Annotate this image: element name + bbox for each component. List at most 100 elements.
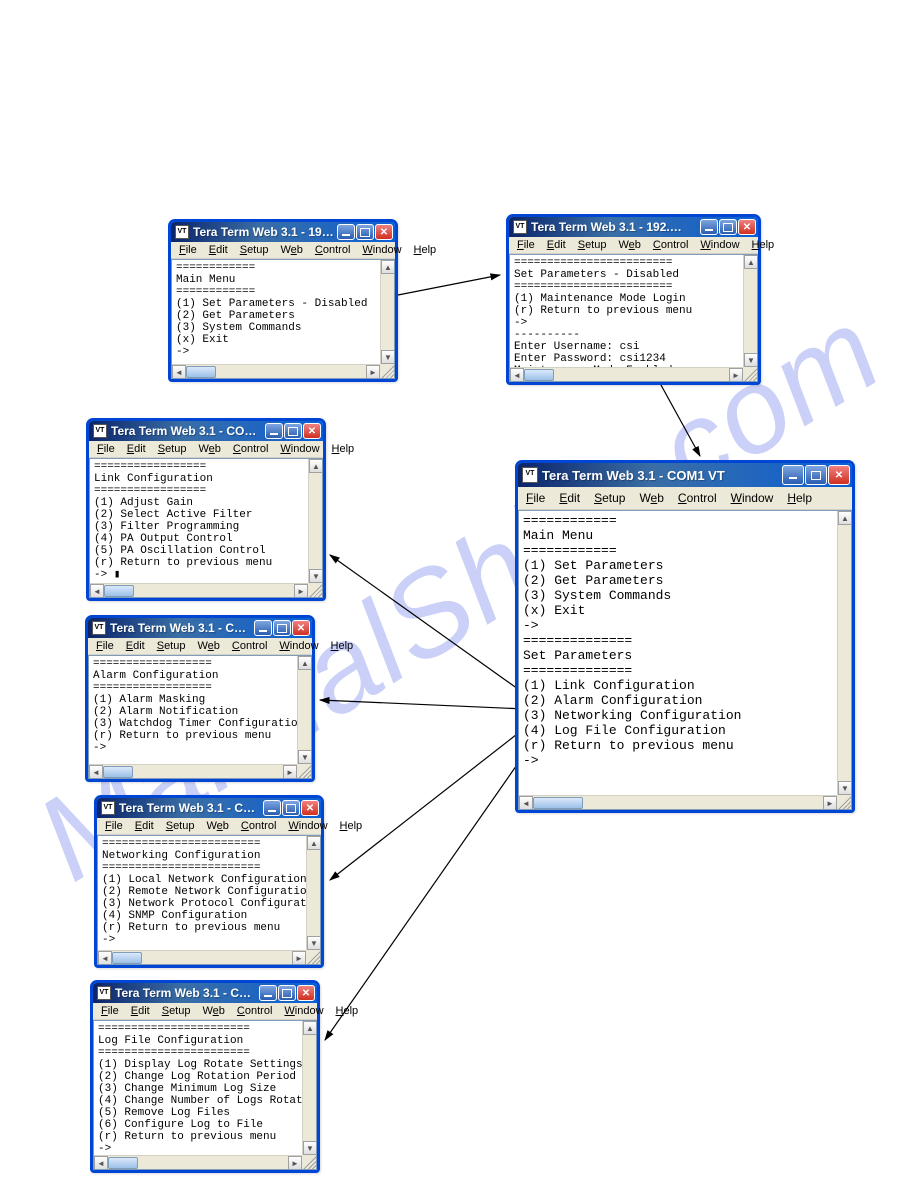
menu-help[interactable]: Help	[410, 243, 441, 257]
menu-setup[interactable]: Setup	[236, 243, 273, 257]
menu-web[interactable]: Web	[614, 238, 644, 252]
menu-setup[interactable]: Setup	[162, 819, 199, 833]
maximize-button[interactable]	[284, 423, 302, 439]
scroll-up-icon[interactable]: ▲	[309, 459, 323, 473]
vertical-scrollbar[interactable]: ▲ ▼	[302, 1021, 316, 1155]
close-button[interactable]	[303, 423, 321, 439]
menu-web[interactable]: Web	[202, 819, 232, 833]
menu-setup[interactable]: Setup	[158, 1004, 195, 1018]
scroll-left-icon[interactable]: ◄	[172, 365, 186, 379]
scroll-left-icon[interactable]: ◄	[519, 796, 533, 810]
titlebar[interactable]: VT Tera Term Web 3.1 - 192.…	[509, 217, 758, 237]
menu-web[interactable]: Web	[276, 243, 306, 257]
scroll-left-icon[interactable]: ◄	[510, 368, 524, 382]
maximize-button[interactable]	[805, 465, 827, 485]
menu-edit[interactable]: Edit	[205, 243, 232, 257]
titlebar[interactable]: VT Tera Term Web 3.1 - 192.…	[171, 222, 395, 242]
horizontal-scrollbar[interactable]: ◄ ►	[94, 1155, 302, 1169]
menu-help[interactable]: Help	[327, 639, 358, 653]
menu-control[interactable]: Control	[311, 243, 354, 257]
terminal-output[interactable]: ======================== Set Parameters …	[510, 255, 757, 381]
vertical-scrollbar[interactable]: ▲ ▼	[306, 836, 320, 950]
resize-grip-icon[interactable]	[308, 583, 322, 597]
menu-help[interactable]: Help	[328, 442, 359, 456]
menu-setup[interactable]: Setup	[592, 489, 627, 507]
menu-edit[interactable]: Edit	[543, 238, 570, 252]
vertical-scrollbar[interactable]: ▲ ▼	[837, 511, 851, 795]
scroll-down-icon[interactable]: ▼	[838, 781, 852, 795]
scroll-thumb[interactable]	[104, 585, 134, 597]
scroll-left-icon[interactable]: ◄	[94, 1156, 108, 1170]
close-button[interactable]	[738, 219, 756, 235]
maximize-button[interactable]	[719, 219, 737, 235]
scroll-left-icon[interactable]: ◄	[98, 951, 112, 965]
terminal-output[interactable]: ======================== Networking Conf…	[98, 836, 320, 964]
scroll-down-icon[interactable]: ▼	[744, 353, 758, 367]
scroll-down-icon[interactable]: ▼	[381, 350, 395, 364]
menu-window[interactable]: Window	[276, 442, 323, 456]
menu-web[interactable]: Web	[198, 1004, 228, 1018]
scroll-up-icon[interactable]: ▲	[838, 511, 852, 525]
close-button[interactable]	[297, 985, 315, 1001]
scroll-right-icon[interactable]: ►	[283, 765, 297, 779]
close-button[interactable]	[828, 465, 850, 485]
menu-file[interactable]: File	[97, 1004, 123, 1018]
minimize-button[interactable]	[265, 423, 283, 439]
menu-control[interactable]: Control	[228, 639, 271, 653]
menu-window[interactable]: Window	[696, 238, 743, 252]
scroll-right-icon[interactable]: ►	[294, 584, 308, 598]
menu-window[interactable]: Window	[280, 1004, 327, 1018]
minimize-button[interactable]	[254, 620, 272, 636]
scroll-right-icon[interactable]: ►	[366, 365, 380, 379]
resize-grip-icon[interactable]	[302, 1155, 316, 1169]
menu-edit[interactable]: Edit	[123, 442, 150, 456]
close-button[interactable]	[301, 800, 319, 816]
menu-help[interactable]: Help	[748, 238, 779, 252]
horizontal-scrollbar[interactable]: ◄ ►	[519, 795, 837, 809]
horizontal-scrollbar[interactable]: ◄ ►	[90, 583, 308, 597]
terminal-output[interactable]: ================= Link Configuration ===…	[90, 459, 322, 597]
minimize-button[interactable]	[337, 224, 355, 240]
vertical-scrollbar[interactable]: ▲ ▼	[297, 656, 311, 764]
menu-file[interactable]: File	[175, 243, 201, 257]
vertical-scrollbar[interactable]: ▲ ▼	[380, 260, 394, 364]
maximize-button[interactable]	[282, 800, 300, 816]
horizontal-scrollbar[interactable]: ◄ ►	[89, 764, 297, 778]
close-button[interactable]	[292, 620, 310, 636]
scroll-thumb[interactable]	[186, 366, 216, 378]
scroll-down-icon[interactable]: ▼	[303, 1141, 317, 1155]
scroll-right-icon[interactable]: ►	[729, 368, 743, 382]
resize-grip-icon[interactable]	[306, 950, 320, 964]
minimize-button[interactable]	[700, 219, 718, 235]
terminal-output[interactable]: ================== Alarm Configuration =…	[89, 656, 311, 778]
menu-help[interactable]: Help	[332, 1004, 363, 1018]
menu-web[interactable]: Web	[637, 489, 665, 507]
titlebar[interactable]: VT Tera Term Web 3.1 - COM1 VT	[518, 463, 852, 487]
menu-web[interactable]: Web	[193, 639, 223, 653]
scroll-thumb[interactable]	[103, 766, 133, 778]
resize-grip-icon[interactable]	[743, 367, 757, 381]
menu-file[interactable]: File	[101, 819, 127, 833]
scroll-thumb[interactable]	[533, 797, 583, 809]
scroll-thumb[interactable]	[524, 369, 554, 381]
terminal-output[interactable]: ============ Main Menu ============ (1) …	[172, 260, 394, 378]
scroll-up-icon[interactable]: ▲	[307, 836, 321, 850]
scroll-right-icon[interactable]: ►	[292, 951, 306, 965]
menu-control[interactable]: Control	[237, 819, 280, 833]
titlebar[interactable]: VT Tera Term Web 3.1 - COM1 VT	[93, 983, 317, 1003]
resize-grip-icon[interactable]	[380, 364, 394, 378]
menu-window[interactable]: Window	[358, 243, 405, 257]
resize-grip-icon[interactable]	[297, 764, 311, 778]
horizontal-scrollbar[interactable]: ◄ ►	[172, 364, 380, 378]
scroll-up-icon[interactable]: ▲	[381, 260, 395, 274]
menu-file[interactable]: File	[92, 639, 118, 653]
scroll-up-icon[interactable]: ▲	[303, 1021, 317, 1035]
menu-file[interactable]: File	[513, 238, 539, 252]
menu-edit[interactable]: Edit	[127, 1004, 154, 1018]
menu-edit[interactable]: Edit	[557, 489, 582, 507]
titlebar[interactable]: VT Tera Term Web 3.1 - COM1…	[89, 421, 323, 441]
horizontal-scrollbar[interactable]: ◄ ►	[510, 367, 743, 381]
scroll-right-icon[interactable]: ►	[288, 1156, 302, 1170]
maximize-button[interactable]	[278, 985, 296, 1001]
scroll-left-icon[interactable]: ◄	[90, 584, 104, 598]
